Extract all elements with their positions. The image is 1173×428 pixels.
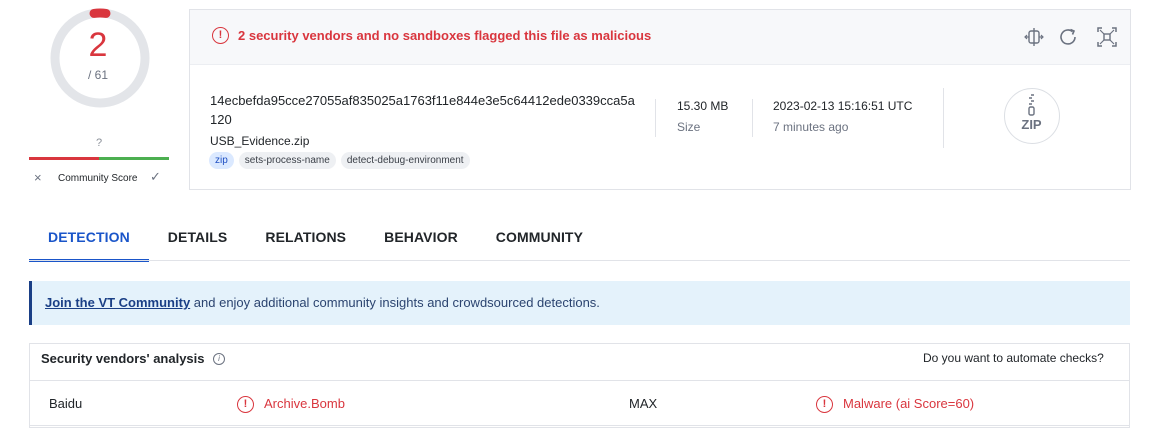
tab-relations[interactable]: RELATIONS bbox=[246, 215, 365, 259]
file-name: USB_Evidence.zip bbox=[210, 134, 310, 148]
analysis-date-value: 2023-02-13 15:16:51 UTC bbox=[773, 99, 913, 113]
tab-details[interactable]: DETAILS bbox=[149, 215, 247, 259]
join-community-link[interactable]: Join the VT Community bbox=[45, 295, 190, 310]
vendor-result: Malware (ai Score=60) bbox=[843, 396, 975, 411]
community-banner-text: Join the VT Community and enjoy addition… bbox=[45, 295, 600, 310]
compare-icon[interactable] bbox=[1022, 25, 1046, 49]
tab-detection[interactable]: DETECTION bbox=[29, 215, 149, 262]
automate-checks-link[interactable]: Do you want to automate checks? bbox=[923, 351, 1104, 365]
zip-icon-text: ZIP bbox=[1021, 117, 1042, 132]
file-tag[interactable]: zip bbox=[209, 152, 234, 169]
divider bbox=[655, 99, 656, 137]
zip-file-type-icon: ZIP bbox=[1004, 88, 1060, 144]
community-score-value: ? bbox=[95, 137, 103, 149]
file-tag[interactable]: sets-process-name bbox=[238, 152, 336, 169]
vendor-result: Archive.Bomb bbox=[264, 396, 345, 411]
detection-count: 2 bbox=[88, 26, 108, 64]
file-size-label: Size bbox=[677, 120, 701, 134]
table-divider bbox=[30, 380, 1129, 381]
detection-total: / 61 bbox=[87, 68, 108, 82]
file-tag[interactable]: detect-debug-environment bbox=[340, 152, 470, 169]
vote-harmless-icon[interactable]: ✓ bbox=[150, 169, 161, 185]
table-divider bbox=[30, 425, 1129, 426]
alert-icon: ! bbox=[212, 27, 229, 44]
file-hash[interactable]: 14ecbefda95cce27055af835025a1763f11e844e… bbox=[210, 91, 635, 129]
alert-message: 2 security vendors and no sandboxes flag… bbox=[238, 28, 652, 43]
malicious-icon: ! bbox=[816, 396, 833, 413]
tab-behavior[interactable]: BEHAVIOR bbox=[365, 215, 477, 259]
file-size-value: 15.30 MB bbox=[677, 99, 729, 113]
reanalyze-icon[interactable] bbox=[1056, 25, 1080, 49]
vendor-name: Baidu bbox=[49, 396, 83, 411]
malicious-icon: ! bbox=[237, 396, 254, 413]
info-icon[interactable]: i bbox=[213, 353, 225, 365]
vendors-analysis-title: Security vendors' analysis bbox=[41, 351, 205, 366]
divider bbox=[752, 99, 753, 137]
banner-message: and enjoy additional community insights … bbox=[190, 295, 600, 310]
report-tabs: DETECTION DETAILS RELATIONS BEHAVIOR COM… bbox=[29, 215, 602, 262]
tab-community[interactable]: COMMUNITY bbox=[477, 215, 602, 259]
analysis-date-relative: 7 minutes ago bbox=[773, 120, 849, 134]
vote-harmful-icon[interactable]: × bbox=[34, 170, 42, 185]
vendor-name: MAX bbox=[629, 396, 658, 411]
tabs-divider bbox=[29, 260, 1130, 261]
community-score-label: Community Score bbox=[58, 173, 138, 184]
community-score-bar bbox=[29, 157, 169, 160]
divider bbox=[943, 88, 944, 148]
similar-icon[interactable] bbox=[1095, 25, 1119, 49]
file-tags: zip sets-process-name detect-debug-envir… bbox=[209, 152, 470, 169]
